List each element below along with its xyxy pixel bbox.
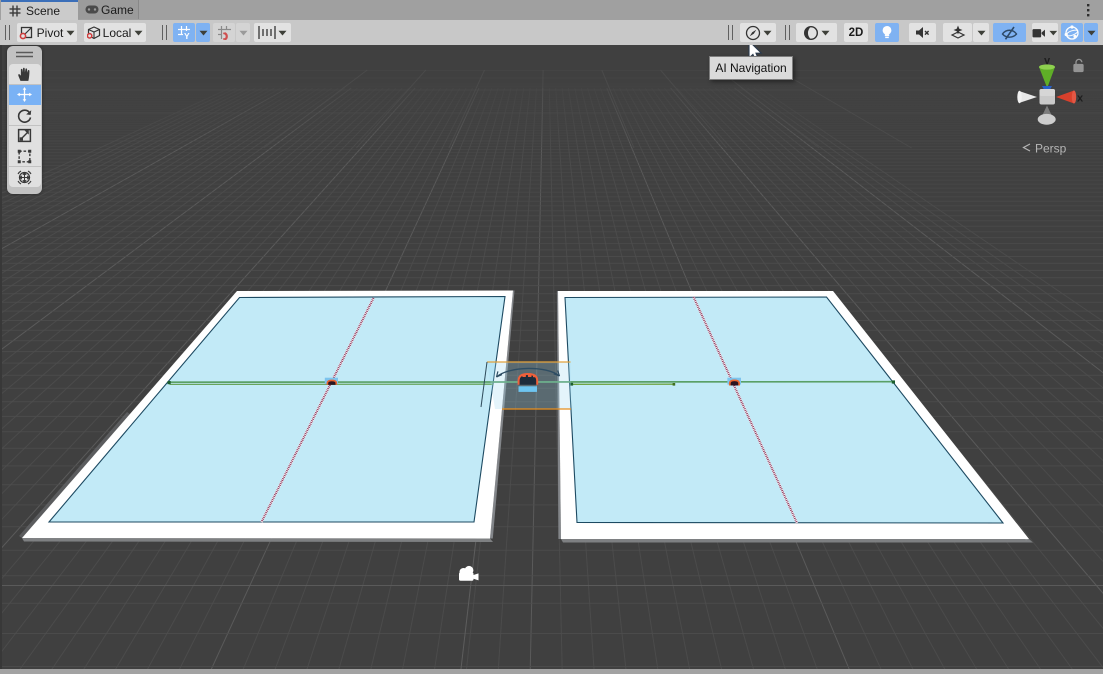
svg-text:x: x <box>1077 93 1084 105</box>
svg-text:Y: Y <box>184 31 190 40</box>
svg-text:Persp: Persp <box>1035 142 1067 156</box>
